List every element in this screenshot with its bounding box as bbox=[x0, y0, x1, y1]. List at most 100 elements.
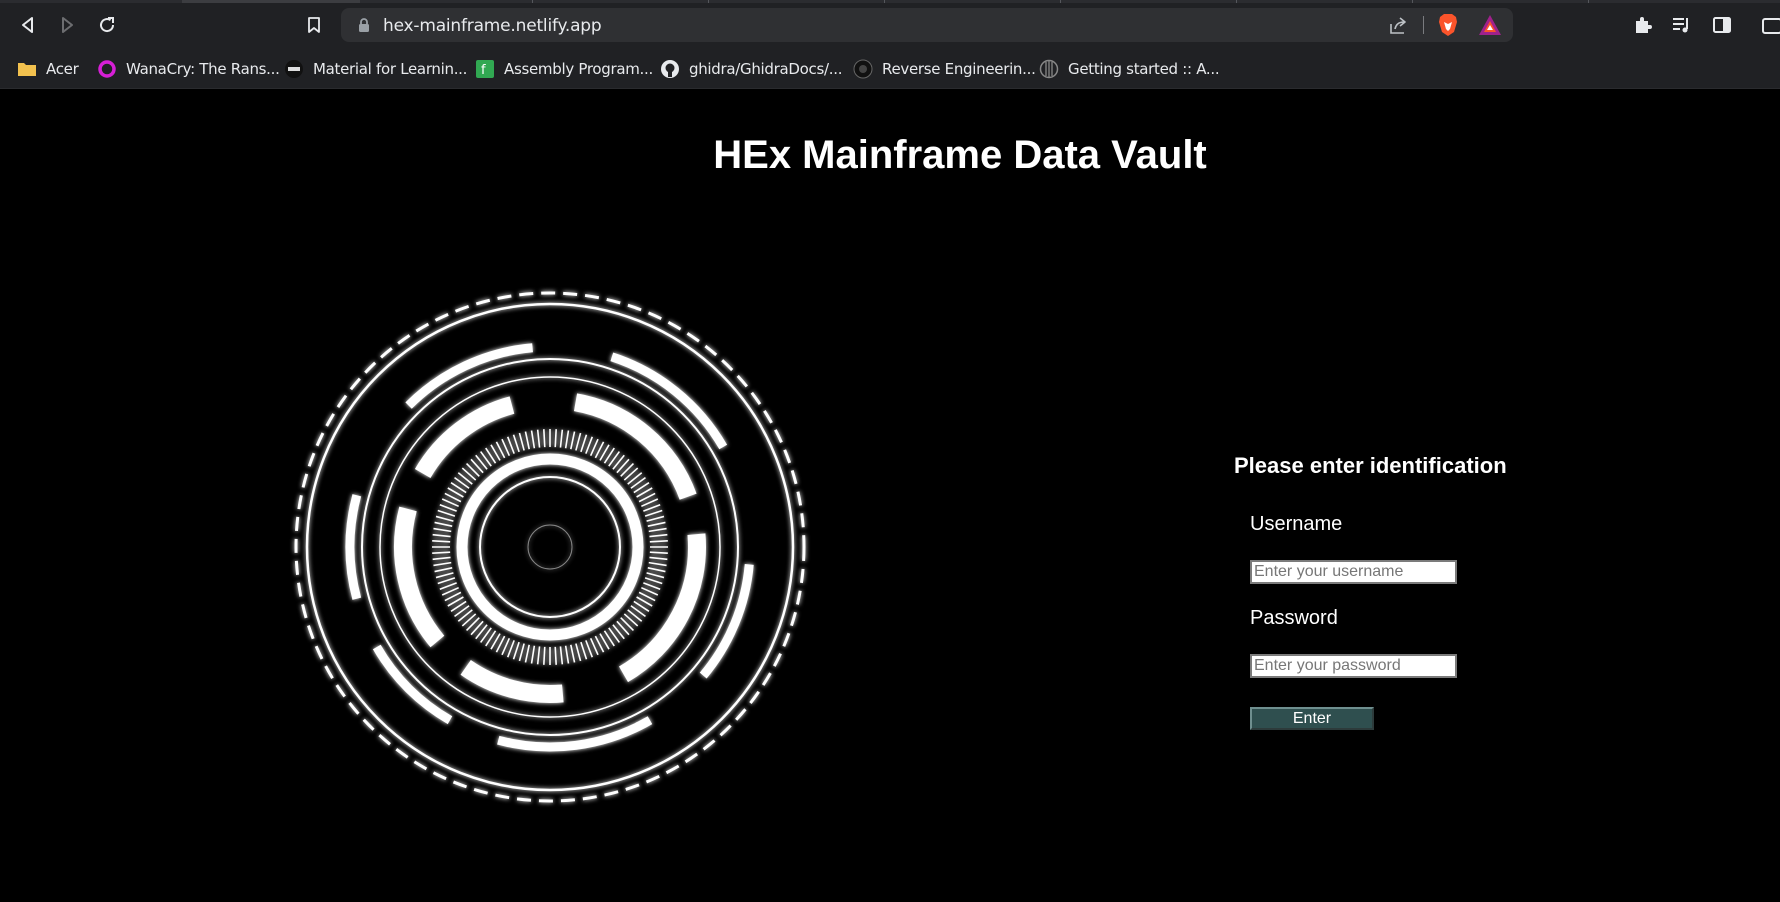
hud-tick bbox=[433, 561, 452, 567]
hud-inner-ring bbox=[456, 453, 644, 641]
hud-tick bbox=[643, 582, 661, 591]
back-button[interactable] bbox=[14, 11, 42, 39]
share-icon[interactable] bbox=[1388, 16, 1408, 36]
hud-tick bbox=[437, 577, 456, 585]
hud-tick bbox=[580, 434, 588, 453]
forward-arrow-icon bbox=[62, 17, 73, 33]
hud-tick bbox=[641, 498, 659, 508]
url-text[interactable]: hex-mainframe.netlify.app bbox=[383, 16, 602, 36]
username-input[interactable] bbox=[1250, 560, 1457, 584]
password-input[interactable] bbox=[1250, 654, 1457, 678]
hud-tick bbox=[543, 646, 546, 665]
hud-tick bbox=[649, 556, 668, 561]
hud-tick bbox=[575, 432, 582, 451]
hud-tick bbox=[648, 561, 667, 567]
lock-icon[interactable] bbox=[356, 17, 372, 33]
bookmark-item[interactable]: Reverse Engineerin... bbox=[853, 57, 1036, 81]
bookmark-label: Reverse Engineerin... bbox=[882, 60, 1036, 78]
sidebar-icon[interactable] bbox=[1711, 14, 1733, 36]
bookmark-page-button[interactable] bbox=[300, 11, 328, 39]
puzzle-icon[interactable] bbox=[1632, 14, 1654, 36]
hud-tick bbox=[564, 645, 570, 664]
wallet-icon[interactable] bbox=[1761, 14, 1780, 36]
hud-tick bbox=[518, 432, 525, 451]
hud-tick bbox=[559, 429, 564, 448]
hud-tick bbox=[644, 509, 663, 517]
hud-tick bbox=[646, 572, 665, 579]
bookmark-item[interactable]: f Assembly Program... bbox=[475, 57, 653, 81]
hud-tick bbox=[437, 509, 456, 517]
hud-tick bbox=[506, 436, 515, 454]
bookmark-item[interactable]: WanaCry: The Rans... bbox=[97, 57, 280, 81]
bookmark-item[interactable]: Getting started :: A... bbox=[1039, 57, 1220, 81]
bookmark-label: ghidra/GhidraDocs/... bbox=[689, 60, 843, 78]
hud-tick bbox=[647, 521, 666, 527]
bookmark-item[interactable]: ghidra/GhidraDocs/... bbox=[660, 57, 842, 81]
ring-favicon bbox=[97, 59, 117, 79]
hud-tick bbox=[585, 436, 594, 454]
hud-tick bbox=[524, 644, 530, 663]
enter-button[interactable]: Enter bbox=[1250, 707, 1374, 730]
hud-thick-arc bbox=[394, 506, 445, 648]
hud-tick bbox=[646, 515, 665, 522]
hud-tick bbox=[649, 533, 668, 538]
hud-tick bbox=[439, 582, 457, 591]
site-favicon: f bbox=[475, 59, 495, 79]
hud-thick-arc bbox=[460, 659, 564, 703]
hud-tick bbox=[585, 640, 594, 658]
hud-tick bbox=[441, 586, 459, 596]
hud-tick bbox=[559, 646, 564, 665]
hud-tick bbox=[530, 645, 536, 664]
brave-rewards-icon[interactable] bbox=[1478, 14, 1502, 36]
hud-core-ring bbox=[479, 476, 621, 618]
hud-tick bbox=[536, 646, 541, 665]
hud-tick bbox=[432, 540, 451, 543]
forward-button[interactable] bbox=[53, 11, 81, 39]
reload-button[interactable] bbox=[93, 11, 121, 39]
page-title: HEx Mainframe Data Vault bbox=[713, 133, 1207, 177]
hud-tick bbox=[512, 641, 520, 660]
hud-tick bbox=[644, 577, 663, 585]
browser-toolbar: hex-mainframe.netlify.app bbox=[0, 0, 1780, 50]
hud-tick bbox=[530, 430, 536, 449]
hud-tick bbox=[589, 638, 599, 656]
hud-tick bbox=[648, 527, 667, 533]
bookmark-item[interactable]: Acer bbox=[17, 57, 79, 81]
hud-tick bbox=[649, 540, 668, 543]
bookmark-label: WanaCry: The Rans... bbox=[126, 60, 280, 78]
bookmark-label: Material for Learnin... bbox=[313, 60, 468, 78]
hud-tick bbox=[432, 556, 451, 561]
media-queue-icon[interactable] bbox=[1670, 14, 1692, 36]
site-favicon bbox=[1039, 59, 1059, 79]
github-icon bbox=[660, 59, 680, 79]
hud-tick bbox=[501, 638, 511, 656]
password-label: Password bbox=[1250, 607, 1338, 629]
address-bar[interactable]: hex-mainframe.netlify.app bbox=[341, 8, 1513, 42]
hud-tick bbox=[647, 567, 666, 573]
hud-tick bbox=[570, 431, 576, 450]
hud-circle-graphic bbox=[294, 291, 806, 803]
omnibox-divider bbox=[1423, 16, 1424, 34]
hud-tick bbox=[554, 429, 557, 448]
hud-tick bbox=[506, 640, 515, 658]
login-heading: Please enter identification bbox=[1234, 453, 1507, 478]
bookmark-icon bbox=[308, 17, 320, 33]
hud-tick bbox=[589, 438, 599, 456]
username-label: Username bbox=[1250, 513, 1343, 535]
tab-strip bbox=[0, 0, 1780, 3]
brave-shields-icon[interactable] bbox=[1437, 13, 1459, 37]
hud-tick bbox=[641, 586, 659, 596]
hud-tick bbox=[524, 431, 530, 450]
back-arrow-icon bbox=[22, 17, 33, 33]
hud-arc bbox=[372, 644, 453, 725]
hud-tick bbox=[643, 503, 661, 512]
bookmark-item[interactable]: Material for Learnin... bbox=[284, 57, 467, 81]
hud-thin-ring bbox=[379, 376, 721, 718]
bookmark-label: Acer bbox=[46, 60, 79, 78]
hud-tick bbox=[501, 438, 511, 456]
hud-tick bbox=[575, 643, 582, 662]
reload-icon bbox=[100, 17, 115, 33]
login-form: Please enter identification Username Pas… bbox=[1234, 453, 1654, 730]
hud-tick bbox=[432, 533, 451, 538]
hud-center-dot bbox=[527, 524, 573, 570]
